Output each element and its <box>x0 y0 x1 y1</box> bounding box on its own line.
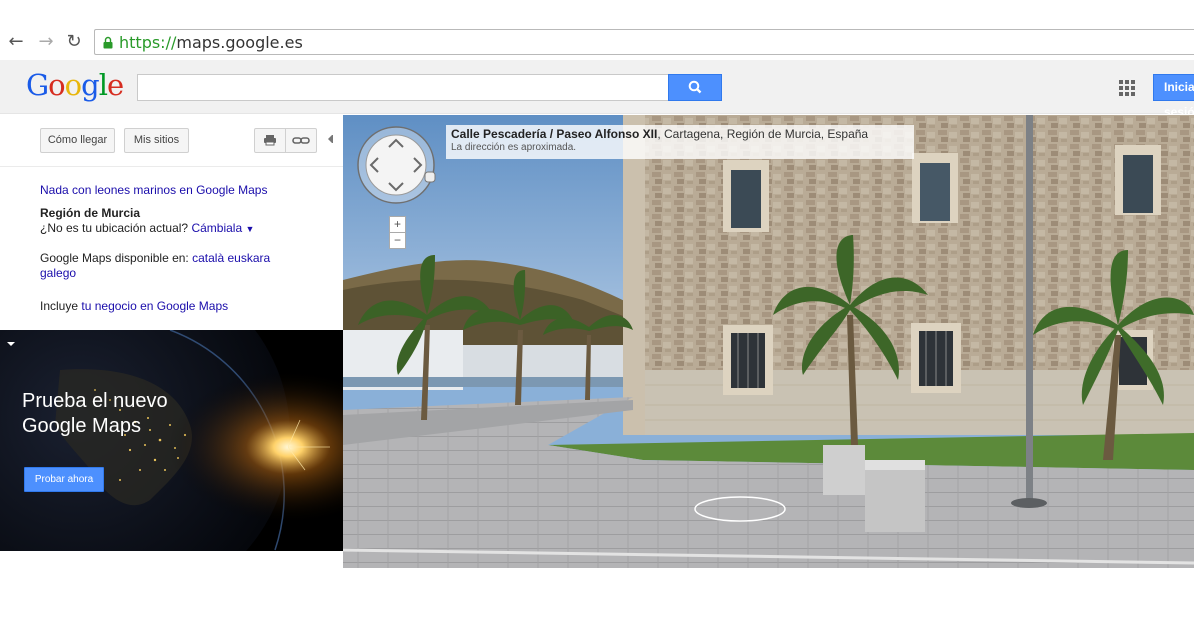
directions-button[interactable]: Cómo llegar <box>40 128 115 153</box>
location-question: ¿No es tu ubicación actual? Cámbiala ▼ <box>40 221 255 235</box>
logo-letter: G <box>26 68 49 102</box>
logo-letter: o <box>48 68 65 102</box>
divider <box>0 166 343 167</box>
logo-letter: e <box>106 68 124 102</box>
logo-letter: g <box>81 68 100 102</box>
search-input[interactable] <box>137 74 669 101</box>
url-text: https://maps.google.es <box>119 33 303 52</box>
lang-galego-link[interactable]: galego <box>40 266 76 280</box>
languages-text: Google Maps disponible en: català euskar… <box>40 251 271 280</box>
apps-grid-icon[interactable] <box>1119 80 1135 96</box>
navigation-compass-icon[interactable] <box>356 125 440 209</box>
include-business: Incluye tu negocio en Google Maps <box>40 299 229 313</box>
lang-catala-link[interactable]: català <box>192 251 224 265</box>
try-now-button[interactable]: Probar ahora <box>24 467 104 492</box>
lang-euskara-link[interactable]: euskara <box>227 251 270 265</box>
address-title: Calle Pescadería / Paseo Alfonso XII, Ca… <box>451 127 869 141</box>
address-note: La dirección es aproximada. <box>451 142 577 153</box>
my-places-button[interactable]: Mis sitios <box>124 128 189 153</box>
street-view-image <box>343 115 1194 568</box>
region-name: Región de Murcia <box>40 206 141 220</box>
earth-image <box>0 330 343 551</box>
logo-letter: l <box>98 68 108 102</box>
arrow-left-icon[interactable]: ← <box>6 32 26 52</box>
change-arrow-icon[interactable]: ▼ <box>245 224 254 234</box>
promo-collapse-icon[interactable] <box>7 342 15 346</box>
google-header: Google Iniciar sesión <box>0 60 1194 119</box>
link-icon <box>292 137 310 144</box>
printer-icon <box>264 135 276 146</box>
search-button[interactable] <box>668 74 722 101</box>
business-link[interactable]: tu negocio en Google Maps <box>81 299 228 313</box>
lock-icon <box>103 36 113 49</box>
address-bar[interactable]: https://maps.google.es <box>94 29 1194 55</box>
search-icon <box>688 80 702 94</box>
street-view-panorama[interactable]: + − Calle Pescadería / Paseo Alfonso XII… <box>343 115 1194 568</box>
address-overlay: Calle Pescadería / Paseo Alfonso XII, Ca… <box>446 125 914 159</box>
zoom-out-button[interactable]: − <box>389 232 406 249</box>
new-maps-promo: Prueba el nuevo Google Maps Probar ahora <box>0 330 343 551</box>
reload-icon[interactable]: ↻ <box>64 32 84 52</box>
logo-letter: o <box>64 68 82 102</box>
arrow-right-icon[interactable]: → <box>36 32 56 52</box>
change-location-link[interactable]: Cámbiala <box>191 221 242 235</box>
browser-toolbar: ← → ↻ https://maps.google.es <box>0 28 1194 56</box>
print-button[interactable] <box>254 128 286 153</box>
zoom-in-button[interactable]: + <box>389 216 406 233</box>
page: ← → ↻ https://maps.google.es Google Inic… <box>0 0 1194 638</box>
link-button[interactable] <box>285 128 317 153</box>
promo-link[interactable]: Nada con leones marinos en Google Maps <box>40 183 267 198</box>
google-logo[interactable]: Google <box>26 68 124 102</box>
signin-button[interactable]: Iniciar sesión <box>1153 74 1194 119</box>
collapse-bar <box>332 135 333 143</box>
promo-title: Prueba el nuevo Google Maps <box>22 390 168 437</box>
